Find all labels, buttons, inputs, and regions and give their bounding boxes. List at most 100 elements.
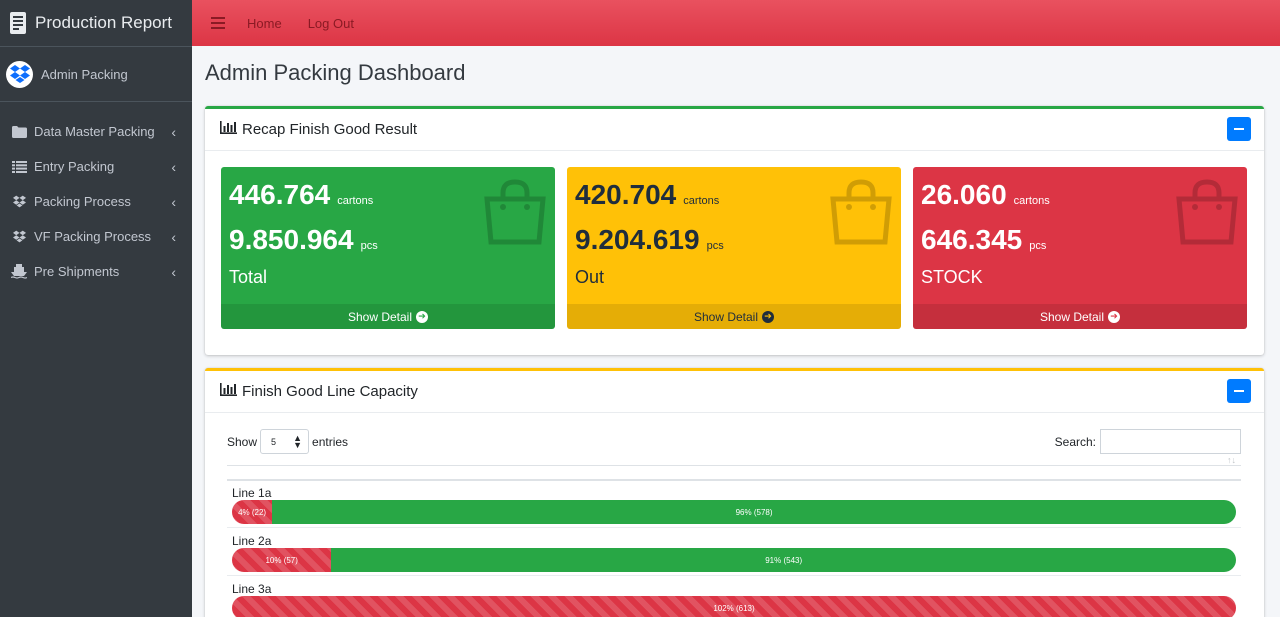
home-link[interactable]: Home	[247, 16, 282, 31]
progress-segment-used: 4% (22)	[232, 500, 273, 524]
ship-icon	[10, 264, 28, 280]
progress-segment-remaining: 96% (578)	[272, 500, 1236, 524]
shopping-bag-icon	[1176, 179, 1238, 245]
entries-control: Show 5 ▲ ▼ entries	[227, 429, 348, 454]
collapse-button[interactable]	[1227, 379, 1251, 403]
dropbox-avatar-icon	[6, 60, 33, 88]
total-show-detail-link[interactable]: Show Detail ➔	[221, 304, 555, 329]
capacity-card-header: Finish Good Line Capacity	[205, 371, 1264, 413]
sidebar-item-label: Data Master Packing	[34, 124, 155, 139]
cartons-unit: cartons	[337, 195, 374, 207]
stock-label: STOCK	[921, 267, 983, 287]
chevron-left-icon: ‹	[171, 193, 176, 210]
chevron-left-icon: ‹	[171, 228, 176, 245]
progress-segment-used: 10% (57)	[232, 548, 332, 572]
recap-card-title: Recap Finish Good Result	[242, 121, 418, 138]
capacity-progress-bar: 102% (613)	[232, 596, 1236, 617]
show-label: Show	[227, 434, 258, 449]
arrow-circle-right-icon: ➔	[1108, 310, 1121, 323]
search-input[interactable]	[1100, 429, 1241, 454]
table-header-divider	[227, 465, 1241, 466]
show-detail-label: Show Detail	[1039, 309, 1105, 324]
progress-segment-used: 102% (613)	[232, 596, 1236, 617]
pcs-unit: pcs	[706, 240, 724, 252]
line-name: Line 3a	[232, 582, 272, 596]
bar-chart-icon	[220, 382, 237, 401]
brand-link[interactable]: Production Report	[0, 0, 192, 47]
recap-boxes: 446.764 cartons 9.850.964 pcs Total Show D…	[221, 167, 1247, 329]
dropbox-icon	[10, 229, 28, 245]
stock-show-detail-link[interactable]: Show Detail ➔	[913, 304, 1247, 329]
capacity-progress-bar: 10% (57) 91% (543)	[232, 548, 1236, 572]
user-panel[interactable]: Admin Packing	[0, 47, 192, 102]
capacity-progress-bar: 4% (22) 96% (578)	[232, 500, 1236, 524]
total-small-box: 446.764 cartons 9.850.964 pcs Total Show D…	[221, 167, 555, 329]
sidebar-item-label: Entry Packing	[34, 159, 115, 174]
pcs-unit: pcs	[1029, 240, 1047, 252]
sort-icon[interactable]: ↑↓	[1227, 455, 1236, 465]
stock-pcs-value: 646.345	[921, 224, 1023, 255]
capacity-card: Finish Good Line Capacity Show 5 ▲ ▼ entr…	[205, 368, 1264, 617]
chevron-left-icon: ‹	[171, 158, 176, 175]
show-detail-label: Show Detail	[693, 309, 759, 324]
top-navbar: Home Log Out	[192, 0, 1280, 46]
cartons-unit: cartons	[1013, 195, 1050, 207]
stock-small-box: 26.060 cartons 646.345 pcs STOCK Show Deta…	[913, 167, 1247, 329]
sidebar: Production Report Admin Packing Data Mas…	[0, 0, 192, 617]
chevron-left-icon: ‹	[171, 263, 176, 280]
cartons-unit: cartons	[683, 195, 720, 207]
folder-icon	[10, 124, 28, 140]
sidebar-item-label: Pre Shipments	[34, 264, 120, 279]
sidebar-item-data-master-packing[interactable]: Data Master Packing ‹	[0, 114, 192, 149]
progress-segment-remaining: 91% (543)	[331, 548, 1236, 572]
total-pcs-value: 9.850.964	[229, 224, 354, 255]
line-name: Line 2a	[232, 534, 272, 548]
pcs-unit: pcs	[360, 240, 378, 252]
entries-value: 5	[271, 436, 277, 447]
entries-select[interactable]: 5 ▲ ▼	[260, 429, 310, 454]
arrow-circle-right-icon: ➔	[762, 310, 775, 323]
search-label: Search:	[1054, 434, 1096, 449]
bar-chart-icon	[220, 120, 237, 139]
search-control: Search:	[1055, 429, 1241, 454]
show-detail-label: Show Detail	[347, 309, 413, 324]
out-label: Out	[575, 267, 605, 287]
table-row: Line 2a 10% (57) 91% (543)	[227, 528, 1241, 576]
out-cartons-value: 420.704	[575, 179, 677, 210]
dropbox-icon	[10, 194, 28, 210]
hamburger-menu-icon[interactable]	[211, 17, 225, 29]
sidebar-item-pre-shipments[interactable]: Pre Shipments ‹	[0, 254, 192, 289]
recap-card-header: Recap Finish Good Result	[205, 109, 1264, 151]
select-arrows-icon: ▲ ▼	[293, 432, 303, 450]
line-name: Line 1a	[232, 486, 272, 500]
shopping-bag-icon	[484, 179, 546, 245]
sidebar-item-label: Packing Process	[34, 194, 131, 209]
out-show-detail-link[interactable]: Show Detail ➔	[567, 304, 901, 329]
collapse-button[interactable]	[1227, 117, 1251, 141]
out-pcs-value: 9.204.619	[575, 224, 700, 255]
entries-label: entries	[312, 434, 349, 449]
minus-icon	[1234, 390, 1244, 392]
sidebar-item-packing-process[interactable]: Packing Process ‹	[0, 184, 192, 219]
user-name: Admin Packing	[41, 66, 128, 82]
out-small-box: 420.704 cartons 9.204.619 pcs Out Show Det…	[567, 167, 901, 329]
logout-link[interactable]: Log Out	[308, 16, 354, 31]
sidebar-item-entry-packing[interactable]: Entry Packing ‹	[0, 149, 192, 184]
table-row: Line 3a 102% (613)	[227, 576, 1241, 617]
total-cartons-value: 446.764	[229, 179, 331, 210]
sidebar-nav: Data Master Packing ‹ Entry Packing ‹ Pa…	[0, 114, 192, 289]
recap-card: Recap Finish Good Result 446.764 cartons …	[205, 106, 1264, 355]
page-title: Admin Packing Dashboard	[205, 60, 466, 85]
shopping-bag-icon	[830, 179, 892, 245]
list-icon	[10, 159, 28, 175]
sidebar-item-vf-packing-process[interactable]: VF Packing Process ‹	[0, 219, 192, 254]
table-row: Line 1a 4% (22) 96% (578)	[227, 480, 1241, 528]
total-label: Total	[229, 267, 268, 287]
stock-cartons-value: 26.060	[921, 179, 1007, 210]
minus-icon	[1234, 128, 1244, 130]
arrow-circle-right-icon: ➔	[416, 310, 429, 323]
brand-logo-icon	[8, 11, 28, 35]
brand-title: Production Report	[35, 13, 173, 32]
sidebar-item-label: VF Packing Process	[34, 229, 152, 244]
chevron-left-icon: ‹	[171, 123, 176, 140]
